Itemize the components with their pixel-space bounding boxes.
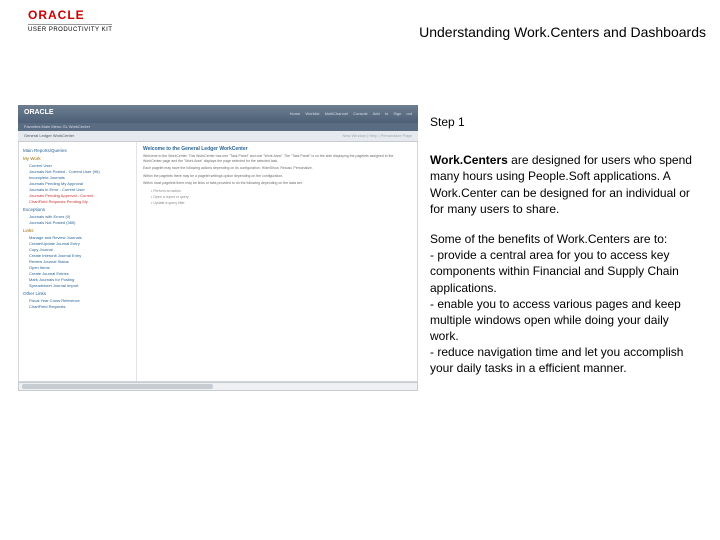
content-bullet: • Perform an action [151,189,411,193]
logo-block: ORACLE USER PRODUCTIVITY KIT [28,8,112,33]
content-bullet: • Open a report or query [151,195,411,199]
app-topbar: ORACLE Home Worklist MultiChannel Consol… [18,105,418,123]
app-main: Welcome to the General Ledger WorkCenter… [137,142,417,381]
app-sidebar: Main Reports/Queries My Work Current Use… [19,142,137,381]
content-para: Within most pagelets there may be links … [143,181,411,186]
scrollbar[interactable] [18,382,418,391]
list-item: Current User [29,163,132,168]
para-text: Some of the benefits of Work.Centers are… [430,232,667,246]
list-item: Open Items [29,265,132,270]
list-item: Review Journal Status [29,259,132,264]
list-item: Spreadsheet Journal Import [29,283,132,288]
side-links: Links [23,228,132,233]
list-item: Fiscal Year Cross Reference [29,298,132,303]
app-screenshot: ORACLE Home Worklist MultiChannel Consol… [18,105,418,415]
step-label: Step 1 [430,114,694,130]
bullet-text: - enable you to access various pages and… [430,297,681,343]
scrollbar-thumb[interactable] [22,384,213,389]
list-item: Create Interunit Journal Entry [29,253,132,258]
side-exceptions: Exceptions [23,207,132,212]
header: ORACLE USER PRODUCTIVITY KIT Understandi… [0,8,720,52]
list-item: Copy Journal [29,247,132,252]
list-item: Journals Not Posted (365) [29,220,132,225]
list-item: Journals Pending Approval - Current [29,193,132,198]
app-logo: ORACLE [18,105,54,116]
app-strip-right: New Window | Help | Personalize Page [343,133,412,138]
content-bullet: • Update a query filter [151,201,411,205]
list-item: Mark Journals for Posting [29,277,132,282]
side-other: Other Links [23,291,132,296]
list-item: Incomplete Journals [29,175,132,180]
list-item: Journals in Error - Current User [29,187,132,192]
bold-term: Work.Centers [430,153,508,167]
oracle-logo: ORACLE [28,8,112,22]
page-title: Understanding Work.Centers and Dashboard… [419,24,706,40]
list-item: Manage and Review Journals [29,235,132,240]
app-topbar-right: Home Worklist MultiChannel Console Add t… [290,105,418,116]
list-item: Create/Update Journal Entry [29,241,132,246]
side-tabs: Main Reports/Queries [23,148,132,153]
app-body: Main Reports/Queries My Work Current Use… [18,142,418,382]
upk-caption: USER PRODUCTIVITY KIT [28,24,112,33]
list-item: Journals Pending My Approval [29,181,132,186]
bullet-text: - provide a central area for you to acce… [430,248,679,294]
side-mywork: My Work [23,156,132,161]
content-para: Welcome to the WorkCenter. This WorkCent… [143,154,411,163]
right-column: Step 1 Work.Centers are designed for use… [430,114,694,391]
list-item: ChartField Requests Pending My [29,199,132,204]
list-item: Journals with Errors (0) [29,214,132,219]
list-item: Journals Not Posted - Current User (96) [29,169,132,174]
app-strip-title: General Ledger WorkCenter [24,133,74,138]
app-breadcrumb: Favorites Main Menu GL WorkCenter [18,123,418,131]
app-strip: General Ledger WorkCenter New Window | H… [18,131,418,142]
paragraph: Work.Centers are designed for users who … [430,152,694,217]
content-para: Each pagelet may have the following acti… [143,166,411,171]
content-para: Within the pagelets there may be a pagel… [143,174,411,179]
paragraph: Some of the benefits of Work.Centers are… [430,231,694,377]
bullet-text: - reduce navigation time and let you acc… [430,345,683,375]
list-item: ChartField Requests [29,304,132,309]
list-item: Create Journal Entries [29,271,132,276]
content-heading: Welcome to the General Ledger WorkCenter [143,146,411,152]
